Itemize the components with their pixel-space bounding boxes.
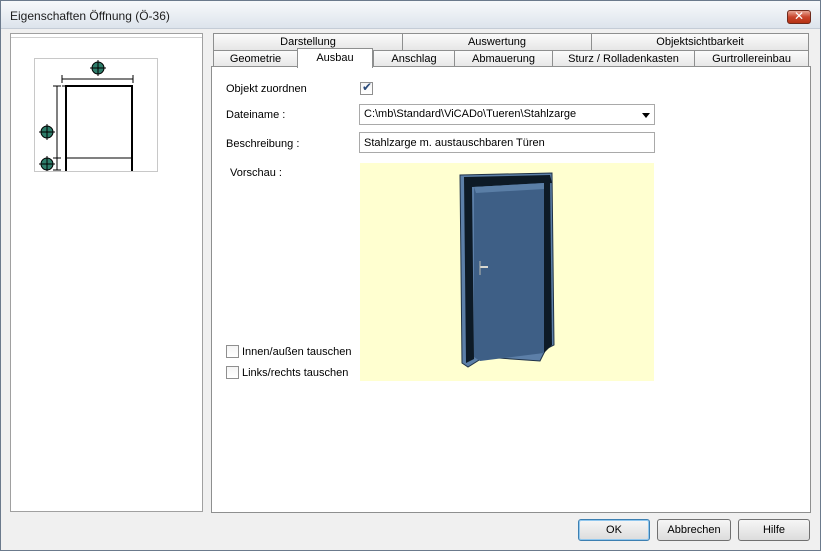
tab-ausbau[interactable]: Ausbau [297, 48, 373, 68]
tab-control: Darstellung Auswertung Objektsichtbarkei… [211, 32, 811, 513]
tab-geometrie[interactable]: Geometrie [213, 50, 298, 67]
links-rechts-label: Links/rechts tauschen [242, 367, 349, 379]
innen-aussen-label: Innen/außen tauschen [242, 346, 352, 358]
vorschau-label: Vorschau : [230, 167, 282, 179]
checkmark-icon: ✔ [362, 80, 373, 94]
door-preview [360, 163, 654, 381]
links-rechts-checkbox[interactable] [226, 366, 239, 379]
tab-objektsichtbarkeit[interactable]: Objektsichtbarkeit [591, 33, 809, 50]
close-icon: ✕ [793, 9, 805, 23]
dateiname-label: Dateiname : [226, 109, 286, 121]
ausbau-tab-panel: Objekt zuordnen ✔ Dateiname : C:\mb\Stan… [211, 66, 811, 513]
title-bar[interactable]: Eigenschaften Öffnung (Ö-36) ✕ [1, 1, 820, 29]
plan-preview-panel [10, 33, 203, 512]
window-title: Eigenschaften Öffnung (Ö-36) [10, 9, 170, 23]
door-preview-image [459, 172, 555, 368]
objekt-zuordnen-label: Objekt zuordnen [226, 83, 307, 95]
beschreibung-label: Beschreibung : [226, 138, 300, 150]
beschreibung-field[interactable] [359, 132, 655, 153]
dialog-window: Eigenschaften Öffnung (Ö-36) ✕ Darstellu… [0, 0, 821, 551]
hilfe-button[interactable]: Hilfe [738, 519, 810, 541]
panel-header-strip [11, 34, 202, 38]
marker-icon-left-lower[interactable] [35, 59, 157, 171]
dateiname-value: C:\mb\Standard\ViCADo\Tueren\Stahlzarge [364, 108, 577, 120]
objekt-zuordnen-checkbox[interactable]: ✔ [360, 80, 373, 95]
chevron-down-icon [642, 113, 650, 118]
tab-auswertung[interactable]: Auswertung [402, 33, 592, 50]
tab-gurtrollereinbau[interactable]: Gurtrollereinbau [694, 50, 809, 67]
beschreibung-input[interactable] [360, 133, 654, 152]
opening-plan-sketch [34, 58, 158, 173]
close-button[interactable]: ✕ [787, 9, 811, 24]
tab-anschlag[interactable]: Anschlag [373, 50, 455, 67]
abbrechen-button[interactable]: Abbrechen [657, 519, 731, 541]
dateiname-select[interactable]: C:\mb\Standard\ViCADo\Tueren\Stahlzarge [359, 104, 655, 125]
ok-button[interactable]: OK [578, 519, 650, 541]
innen-aussen-checkbox[interactable] [226, 345, 239, 358]
tab-abmauerung[interactable]: Abmauerung [454, 50, 553, 67]
tab-sturz-rolladenkasten[interactable]: Sturz / Rolladenkasten [552, 50, 695, 67]
